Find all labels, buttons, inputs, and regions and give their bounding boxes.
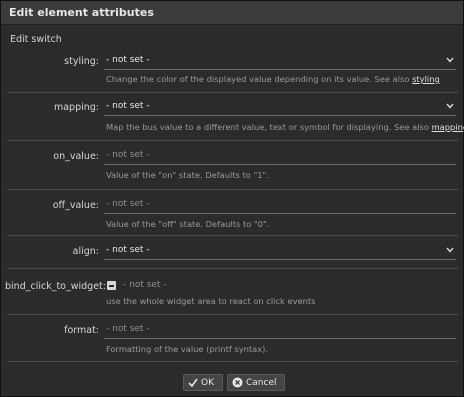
styling-select[interactable]: - not set -: [104, 54, 456, 70]
edit-attributes-dialog: Edit element attributes Edit switch styl…: [0, 0, 464, 397]
styling-hint: Change the color of the displayed value …: [106, 74, 440, 84]
divider: [7, 361, 458, 362]
bind-click-checkbox[interactable]: [107, 281, 116, 290]
dialog-title: Edit element attributes: [9, 6, 154, 19]
styling-value: - not set -: [106, 55, 150, 65]
format-label: format:: [64, 325, 99, 336]
mapping-select[interactable]: - not set -: [104, 100, 456, 116]
divider: [7, 268, 458, 269]
divider: [7, 189, 458, 190]
divider: [7, 314, 458, 315]
ok-button[interactable]: OK: [183, 374, 223, 391]
chevron-down-icon: [446, 57, 454, 63]
bind-click-hint: use the whole widget area to react on cl…: [106, 296, 316, 306]
on-value-hint: Value of the "on" state. Defaults to "1"…: [106, 170, 269, 180]
ok-label: OK: [201, 377, 214, 388]
align-select[interactable]: - not set -: [104, 244, 456, 260]
cancel-button[interactable]: Cancel: [227, 374, 285, 391]
bind-click-label: bind_click_to_widget:: [5, 281, 106, 292]
off-value-input[interactable]: - not set -: [104, 198, 456, 214]
format-input[interactable]: - not set -: [104, 323, 456, 339]
mapping-hint: Map the bus value to a different value, …: [106, 122, 464, 132]
chevron-down-icon: [446, 247, 454, 253]
mapping-link[interactable]: mapping: [432, 122, 464, 132]
chevron-down-icon: [446, 103, 454, 109]
mapping-value: - not set -: [106, 101, 150, 111]
styling-link[interactable]: styling: [412, 74, 440, 84]
off-value-hint: Value of the "off" state. Defaults to "0…: [106, 219, 270, 229]
align-value: - not set -: [106, 245, 150, 255]
on-value-label: on_value:: [53, 151, 99, 162]
section-heading: Edit switch: [10, 34, 62, 45]
align-label: align:: [72, 246, 99, 257]
divider: [7, 92, 458, 93]
format-placeholder: - not set -: [106, 324, 150, 334]
dialog-titlebar[interactable]: Edit element attributes: [1, 1, 463, 25]
divider: [7, 140, 458, 141]
format-hint: Formatting of the value (printf syntax).: [106, 344, 269, 354]
on-value-placeholder: - not set -: [106, 150, 150, 160]
close-circle-icon: [232, 377, 243, 388]
styling-label: styling:: [64, 56, 99, 67]
off-value-label: off_value:: [52, 200, 99, 211]
on-value-input[interactable]: - not set -: [104, 149, 456, 165]
off-value-placeholder: - not set -: [106, 199, 150, 209]
mapping-label: mapping:: [53, 102, 99, 113]
divider: [7, 235, 458, 236]
check-icon: [188, 378, 198, 387]
bind-click-value: - not set -: [123, 280, 167, 290]
cancel-label: Cancel: [246, 377, 277, 388]
